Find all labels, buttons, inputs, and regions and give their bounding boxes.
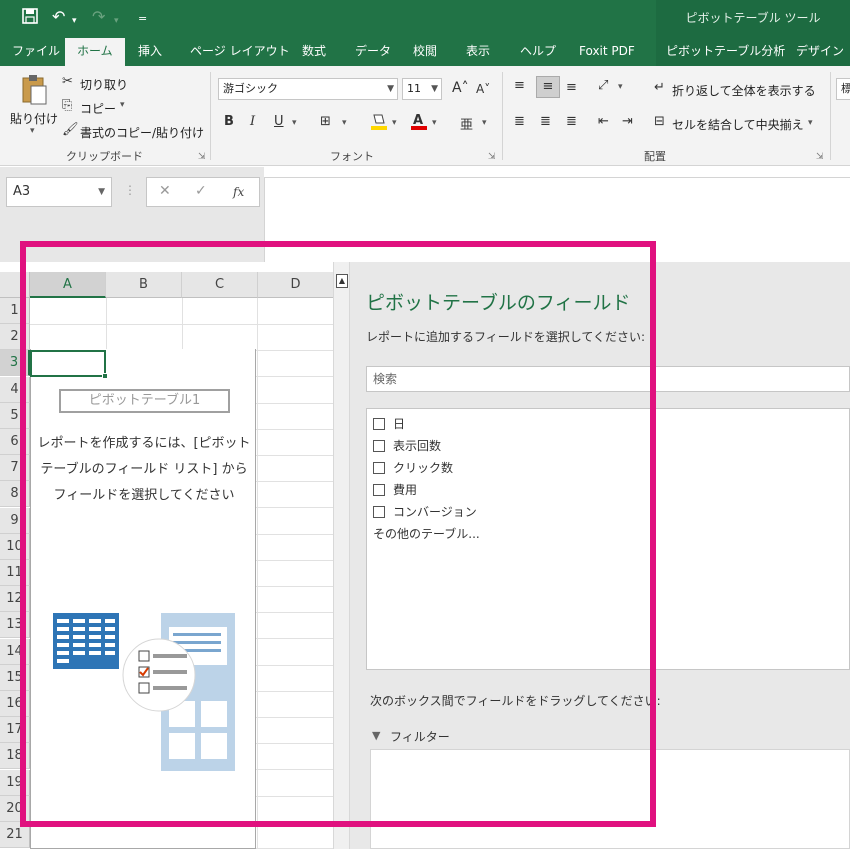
font-size-combo[interactable]: 11 ▼ [402,78,442,100]
chevron-down-icon: ▼ [431,84,438,94]
tab-design[interactable]: デザイン [796,36,844,66]
scissors-icon[interactable]: ✂ [62,74,73,89]
cancel-icon[interactable]: ✕ [159,183,171,199]
fx-icon[interactable]: fx [233,185,244,199]
tab-file[interactable]: ファイル [12,36,60,66]
tab-data[interactable]: データ [355,36,391,66]
font-group-label: フォント [330,150,374,163]
tab-help[interactable]: ヘルプ [520,36,556,66]
phonetic-dropdown-icon[interactable]: ▾ [482,118,487,128]
font-size-value: 11 [407,82,421,95]
copy-icon[interactable]: ⎘ [62,98,72,113]
paste-button[interactable]: 貼り付け [10,110,58,127]
fill-color-icon[interactable] [370,112,388,136]
number-format-combo[interactable]: 標 [836,78,850,100]
splitter-icon[interactable]: ⋮ [124,183,136,197]
undo-icon[interactable]: ↶ [52,8,65,26]
tab-pivot-analyze[interactable]: ピボットテーブル分析 [666,36,785,66]
font-launcher-icon[interactable]: ⇲ [488,152,496,162]
align-center-icon[interactable]: ≣ [540,114,551,129]
alignment-launcher-icon[interactable]: ⇲ [816,152,824,162]
save-icon[interactable] [22,8,38,28]
underline-button[interactable]: U [274,114,284,129]
bold-button[interactable]: B [224,114,234,129]
copy-button[interactable]: コピー [80,100,116,117]
group-separator [830,72,831,160]
merge-center-icon[interactable]: ⊟ [654,114,665,129]
borders-icon[interactable]: ⊞ [320,114,331,129]
increase-font-icon[interactable]: A˄ [452,80,469,96]
orientation-icon[interactable]: ⤢ [598,78,608,93]
ribbon-tabs: ファイル ホーム 挿入 ページ レイアウト 数式 データ 校閲 表示 ヘルプ F… [0,36,850,66]
ribbon: 貼り付け ▾ ✂ 切り取り ⎘ コピー ▾ 🖌 書式のコピー/貼り付け クリップ… [0,66,850,166]
name-box-value: A3 [13,184,31,199]
tab-insert[interactable]: 挿入 [138,36,162,66]
font-color-dropdown-icon[interactable]: ▾ [432,118,437,128]
context-title: ピボットテーブル ツール [685,11,821,25]
wrap-text-button[interactable]: 折り返して全体を表示する [672,82,816,99]
customize-qat-icon[interactable]: = [138,10,147,28]
group-separator [502,72,503,160]
enter-icon[interactable]: ✓ [195,183,207,199]
highlight-frame [20,241,656,827]
fill-color-dropdown-icon[interactable]: ▾ [392,118,397,128]
decrease-indent-icon[interactable]: ⇤ [598,114,609,129]
tab-view[interactable]: 表示 [466,36,490,66]
title-bar: ↶ ▾ ↷ ▾ = ピボットテーブル ツール [0,0,850,36]
paste-dropdown-icon[interactable]: ▾ [30,126,35,136]
format-painter-icon[interactable]: 🖌 [62,122,79,137]
tab-page-layout[interactable]: ページ レイアウト [190,36,290,66]
group-separator [210,72,211,160]
phonetic-icon[interactable]: 亜 [460,114,473,133]
redo-dropdown-icon[interactable]: ▾ [114,12,119,30]
cut-button[interactable]: 切り取り [80,76,128,93]
orientation-dropdown-icon[interactable]: ▾ [618,82,623,92]
chevron-down-icon: ▼ [387,84,394,94]
chevron-down-icon[interactable]: ▼ [98,178,105,206]
number-format-value: 標 [841,82,850,95]
name-box[interactable]: A3 ▼ [6,177,112,207]
borders-dropdown-icon[interactable]: ▾ [342,118,347,128]
alignment-group-label: 配置 [644,150,666,163]
align-left-icon[interactable]: ≣ [514,114,525,129]
font-name-value: 游ゴシック [223,82,278,95]
align-bottom-icon[interactable]: ≡ [566,80,577,95]
tab-review[interactable]: 校閲 [413,36,437,66]
italic-button[interactable]: I [250,114,255,129]
increase-indent-icon[interactable]: ⇥ [622,114,633,129]
align-right-icon[interactable]: ≣ [566,114,577,129]
clipboard-group-label: クリップボード [66,150,143,163]
copy-dropdown-icon[interactable]: ▾ [120,100,125,110]
formula-buttons: ✕ ✓ fx [146,177,260,207]
undo-dropdown-icon[interactable]: ▾ [72,12,77,30]
merge-dropdown-icon[interactable]: ▾ [808,118,813,128]
svg-text:A: A [413,113,423,128]
font-name-combo[interactable]: 游ゴシック ▼ [218,78,398,100]
tab-formulas[interactable]: 数式 [302,36,326,66]
align-middle-icon[interactable]: ≡ [536,76,560,98]
merge-center-button[interactable]: セルを結合して中央揃え [672,116,804,133]
format-painter-button[interactable]: 書式のコピー/貼り付け [80,124,204,141]
underline-dropdown-icon[interactable]: ▾ [292,118,297,128]
clipboard-icon[interactable] [20,74,48,110]
align-top-icon[interactable]: ≡ [514,78,525,93]
tab-foxit-pdf[interactable]: Foxit PDF [579,36,635,66]
redo-icon[interactable]: ↷ [92,8,105,26]
decrease-font-icon[interactable]: A˅ [476,82,490,96]
tab-home[interactable]: ホーム [65,38,125,66]
wrap-text-icon[interactable]: ↵ [654,80,665,95]
font-color-icon[interactable]: A [410,112,428,136]
clipboard-launcher-icon[interactable]: ⇲ [198,152,206,162]
